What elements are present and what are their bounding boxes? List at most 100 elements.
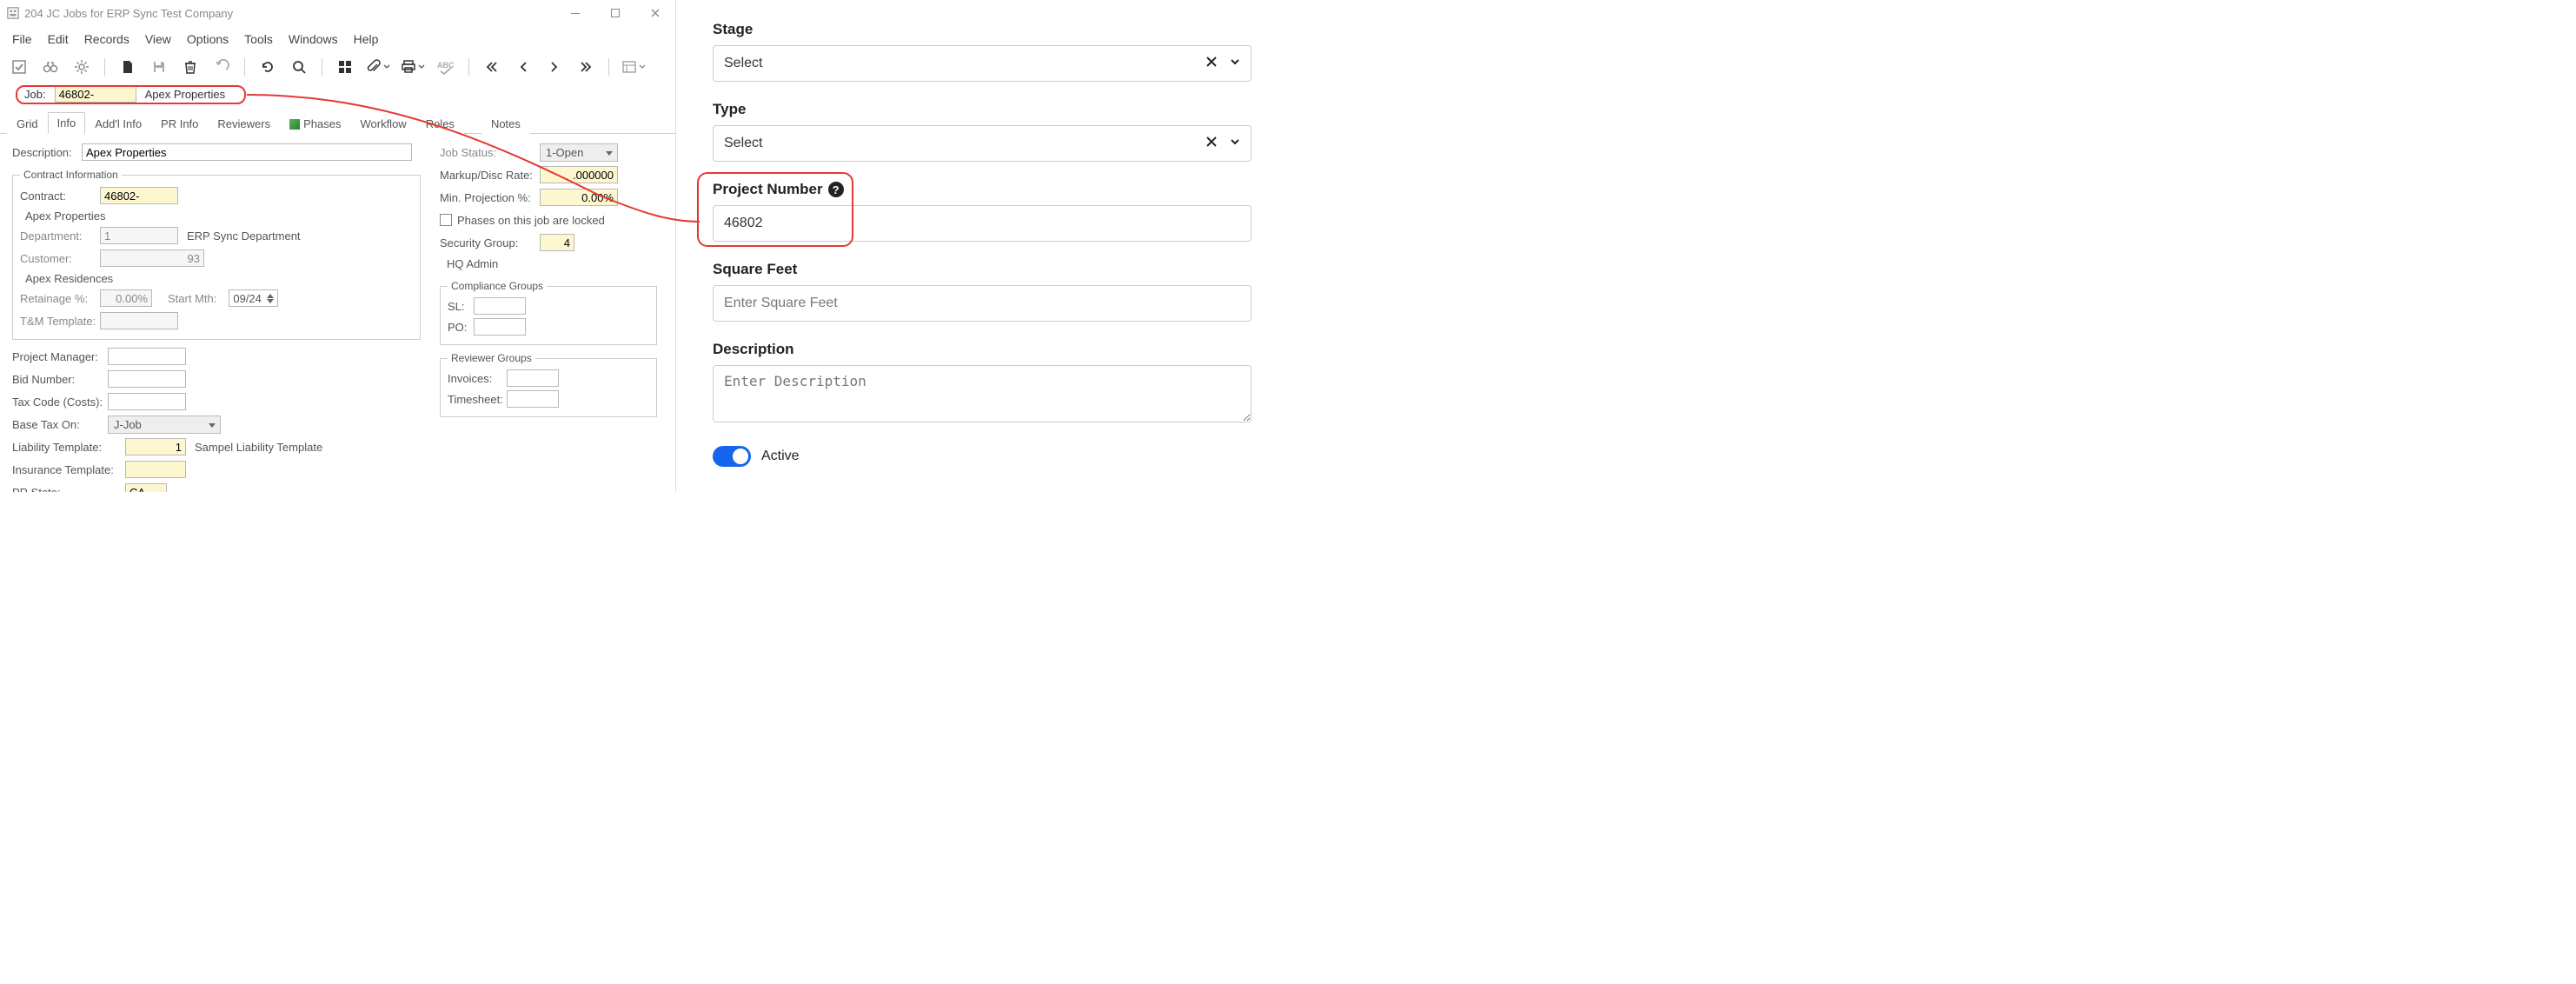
layout-icon[interactable] (621, 57, 646, 77)
basetax-select[interactable]: J-Job (108, 416, 221, 434)
prstate-input[interactable] (125, 483, 167, 492)
job-input[interactable] (55, 85, 136, 103)
menu-edit[interactable]: Edit (48, 32, 69, 46)
tab-notes[interactable]: Notes (481, 113, 530, 134)
contract-label: Contract: (20, 189, 100, 203)
stage-select[interactable]: Select (713, 45, 1251, 82)
prev-icon[interactable] (513, 57, 534, 77)
attach-icon[interactable] (366, 57, 390, 77)
chevron-down-icon[interactable] (1230, 136, 1240, 151)
insurance-input[interactable] (125, 461, 186, 478)
po-label: PO: (448, 321, 474, 334)
web-form-panel: Stage Select Type Select Project Number … (676, 0, 1288, 492)
next-icon[interactable] (544, 57, 565, 77)
phases-indicator-icon (289, 119, 300, 130)
phaselock-label: Phases on this job are locked (457, 214, 605, 227)
invoices-label: Invoices: (448, 372, 507, 385)
checkbox-icon[interactable] (9, 57, 30, 77)
compliance-fieldset: Compliance Groups SL: PO: (440, 280, 657, 345)
tabstrip: Grid Info Add'l Info PR Info Reviewers P… (0, 108, 675, 134)
app-icon (7, 7, 19, 19)
tab-phases[interactable]: Phases (280, 113, 350, 134)
tab-info[interactable]: Info (48, 112, 86, 134)
menu-view[interactable]: View (145, 32, 171, 46)
jobstatus-select[interactable]: 1-Open (540, 143, 618, 162)
last-icon[interactable] (575, 57, 596, 77)
menubar: File Edit Records View Options Tools Win… (0, 26, 675, 52)
markup-input[interactable] (540, 166, 618, 183)
refresh-icon[interactable] (257, 57, 278, 77)
titlebar: 204 JC Jobs for ERP Sync Test Company (0, 0, 675, 26)
menu-options[interactable]: Options (187, 32, 229, 46)
taxcode-label: Tax Code (Costs): (12, 396, 108, 409)
clear-icon[interactable] (1205, 56, 1218, 72)
description-input[interactable] (82, 143, 412, 161)
phaselock-checkbox[interactable] (440, 214, 452, 226)
active-toggle[interactable] (713, 446, 751, 467)
desc-textarea[interactable] (713, 365, 1251, 422)
retainage-input (100, 289, 152, 307)
invoices-input[interactable] (507, 369, 559, 387)
contract-input[interactable] (100, 187, 178, 204)
minproj-input[interactable] (540, 189, 618, 206)
secgroup-input[interactable] (540, 234, 574, 251)
menu-records[interactable]: Records (84, 32, 129, 46)
projnum-input[interactable] (713, 205, 1251, 242)
sqft-input[interactable] (713, 285, 1251, 322)
tab-grid[interactable]: Grid (7, 113, 48, 134)
undo-icon[interactable] (211, 57, 232, 77)
first-icon[interactable] (481, 57, 502, 77)
print-icon[interactable] (401, 57, 425, 77)
customer-input (100, 249, 204, 267)
binoculars-icon[interactable] (40, 57, 61, 77)
spellcheck-icon[interactable]: ABC (435, 57, 456, 77)
customer-name-text: Apex Residences (25, 272, 113, 285)
menu-windows[interactable]: Windows (289, 32, 338, 46)
stage-value: Select (724, 56, 762, 71)
gear-icon[interactable] (71, 57, 92, 77)
liability-name-text: Sampel Liability Template (195, 441, 322, 454)
po-input[interactable] (474, 318, 526, 336)
menu-file[interactable]: File (12, 32, 32, 46)
contract-info-fieldset: Contract Information Contract: Apex Prop… (12, 169, 421, 340)
bid-input[interactable] (108, 370, 186, 388)
tab-workflow[interactable]: Workflow (350, 113, 415, 134)
trash-icon[interactable] (180, 57, 201, 77)
retainage-label: Retainage %: (20, 292, 100, 305)
close-icon[interactable] (635, 0, 675, 26)
pm-label: Project Manager: (12, 350, 108, 363)
tab-pr-info[interactable]: PR Info (151, 113, 208, 134)
liability-input[interactable] (125, 438, 186, 455)
window-title: 204 JC Jobs for ERP Sync Test Company (24, 7, 233, 20)
jobstatus-label: Job Status: (440, 146, 540, 159)
menu-help[interactable]: Help (354, 32, 379, 46)
job-name-text: Apex Properties (145, 88, 226, 101)
clear-icon[interactable] (1205, 136, 1218, 152)
maximize-icon[interactable] (595, 0, 635, 26)
hqadmin-text: HQ Admin (447, 257, 498, 270)
type-label: Type (713, 101, 1251, 118)
contract-name-text: Apex Properties (25, 209, 106, 223)
pm-input[interactable] (108, 348, 186, 365)
grid-icon[interactable] (335, 57, 355, 77)
description-label: Description: (12, 146, 82, 159)
chevron-down-icon[interactable] (1230, 56, 1240, 71)
search-icon[interactable] (289, 57, 309, 77)
save-icon[interactable] (149, 57, 169, 77)
sl-input[interactable] (474, 297, 526, 315)
timesheet-input[interactable] (507, 390, 559, 408)
sl-label: SL: (448, 300, 474, 313)
type-value: Select (724, 136, 762, 151)
startmth-input[interactable]: 09/24 (229, 289, 278, 307)
type-select[interactable]: Select (713, 125, 1251, 162)
startmth-label: Start Mth: (168, 292, 216, 305)
menu-tools[interactable]: Tools (244, 32, 273, 46)
tab-roles[interactable]: Roles (416, 113, 464, 134)
tab-reviewers[interactable]: Reviewers (208, 113, 280, 134)
new-file-icon[interactable] (117, 57, 138, 77)
erp-app-window: 204 JC Jobs for ERP Sync Test Company Fi… (0, 0, 676, 492)
minimize-icon[interactable] (555, 0, 595, 26)
help-icon[interactable]: ? (828, 182, 844, 197)
tab-addl-info[interactable]: Add'l Info (85, 113, 151, 134)
taxcode-input[interactable] (108, 393, 186, 410)
